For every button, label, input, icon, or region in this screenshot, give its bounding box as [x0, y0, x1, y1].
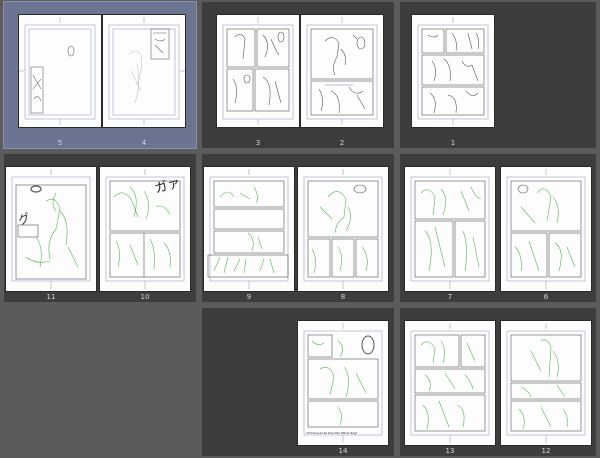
spread-11-10[interactable]: グ ガァ 11 10 [4, 154, 196, 302]
page-number-6: 6 [543, 293, 549, 301]
page-thumbnail-2[interactable] [301, 15, 383, 127]
spread-1[interactable]: 1 [400, 2, 596, 148]
page-thumbnail-11[interactable]: グ [6, 167, 96, 291]
page-number-12: 12 [541, 447, 551, 455]
page-thumbnail-10[interactable]: ガァ [100, 167, 190, 291]
page-1-art [417, 17, 489, 125]
page-9-art [207, 169, 289, 289]
page-thumbnail-6[interactable] [501, 167, 591, 291]
spread-3-2[interactable]: 3 2 [202, 2, 394, 148]
page-thumbnail-14[interactable]: 7200 Rew.AK.Ba.Wwa.BKx.W8nkL.B2gd [298, 321, 388, 445]
page-number-7: 7 [447, 293, 453, 301]
page-number-13: 13 [445, 447, 455, 455]
page-thumbnail-1[interactable] [412, 15, 494, 127]
page-10-art: ガァ [105, 169, 185, 289]
spread-9-8[interactable]: 9 8 [202, 154, 394, 302]
page-thumbnail-4[interactable] [103, 15, 185, 127]
page-number-3: 3 [255, 139, 261, 147]
spread-14[interactable]: 7200 Rew.AK.Ba.Wwa.BKx.W8nkL.B2gd 14 [202, 308, 394, 456]
page-11-art: グ [11, 169, 91, 289]
page-14-art [303, 323, 383, 443]
page-8-art [303, 169, 383, 289]
page-number-9: 9 [246, 293, 252, 301]
page-thumbnail-9[interactable] [204, 167, 294, 291]
spread-7-6[interactable]: 7 6 [400, 154, 596, 302]
page-number-10: 10 [140, 293, 150, 301]
page-thumbnail-12[interactable] [501, 321, 591, 445]
page-3-art [222, 17, 294, 125]
page-number-5: 5 [57, 139, 63, 147]
page-13-art [410, 323, 490, 443]
page-4-art [108, 17, 185, 125]
page-number-14: 14 [338, 447, 348, 455]
page-6-art [506, 169, 586, 289]
page-thumbnail-7[interactable] [405, 167, 495, 291]
page-number-4: 4 [141, 139, 147, 147]
page-12-art [506, 323, 586, 443]
page-thumbnail-13[interactable] [405, 321, 495, 445]
page-thumbnail-8[interactable] [298, 167, 388, 291]
page-number-8: 8 [340, 293, 346, 301]
page-number-1: 1 [450, 139, 456, 147]
page-2-art [306, 17, 378, 125]
page-7-art [410, 169, 490, 289]
page-thumbnail-5[interactable] [19, 15, 101, 127]
spread-5-4[interactable]: 5 4 [3, 1, 197, 149]
page-number-2: 2 [339, 139, 345, 147]
page-14-footer-text: 7200 Rew.AK.Ba.Wwa.BKx.W8nkL.B2gd [306, 432, 358, 435]
page-number-11: 11 [46, 293, 56, 301]
spread-13-12[interactable]: 13 12 [400, 308, 596, 456]
page-5-art [19, 17, 96, 125]
page-thumbnail-3[interactable] [217, 15, 299, 127]
svg-text:ガァ: ガァ [153, 176, 182, 197]
